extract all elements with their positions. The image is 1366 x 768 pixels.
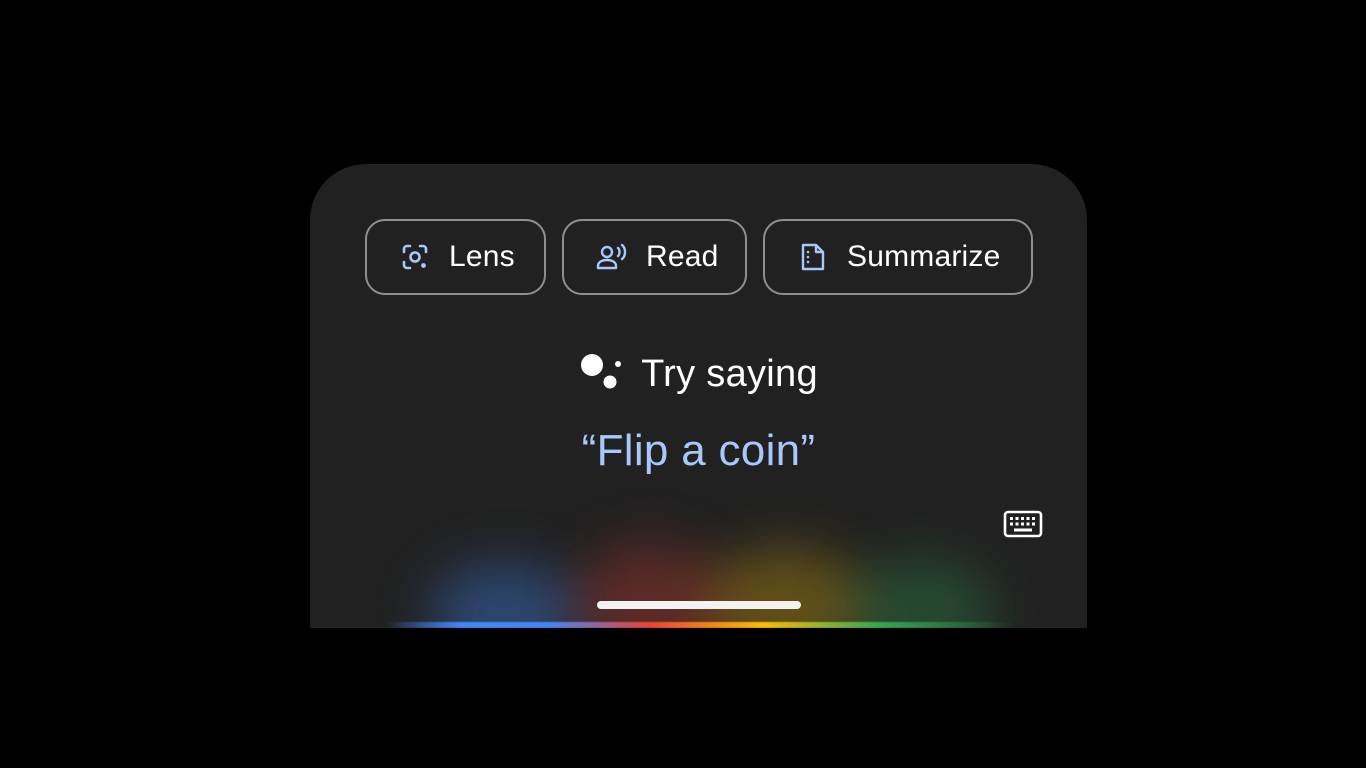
- read-button[interactable]: Read: [562, 219, 747, 295]
- suggestion-text: “Flip a coin”: [581, 426, 816, 475]
- lens-label: Lens: [449, 240, 515, 273]
- keyboard-icon: [1003, 510, 1043, 543]
- try-saying-title: Try saying: [641, 352, 818, 395]
- gesture-handle[interactable]: [597, 601, 801, 609]
- summarize-button[interactable]: Summarize: [763, 219, 1033, 295]
- assistant-sheet: Lens Read Summarize Try saying “Flip a c…: [310, 164, 1087, 628]
- action-chips: Lens Read Summarize: [365, 219, 1033, 295]
- keyboard-button[interactable]: [1002, 510, 1044, 542]
- read-label: Read: [646, 240, 719, 273]
- summarize-label: Summarize: [847, 240, 1001, 273]
- listening-indicator-bar: [385, 622, 1015, 628]
- read-aloud-icon: [596, 241, 628, 273]
- lens-icon: [399, 241, 431, 273]
- lens-button[interactable]: Lens: [365, 219, 546, 295]
- google-assistant-icon: [579, 352, 623, 396]
- listening-glow: [350, 524, 1050, 628]
- screen: Lens Read Summarize Try saying “Flip a c…: [0, 0, 1366, 768]
- summarize-icon: [797, 241, 829, 273]
- try-saying-row: Try saying: [310, 352, 1087, 396]
